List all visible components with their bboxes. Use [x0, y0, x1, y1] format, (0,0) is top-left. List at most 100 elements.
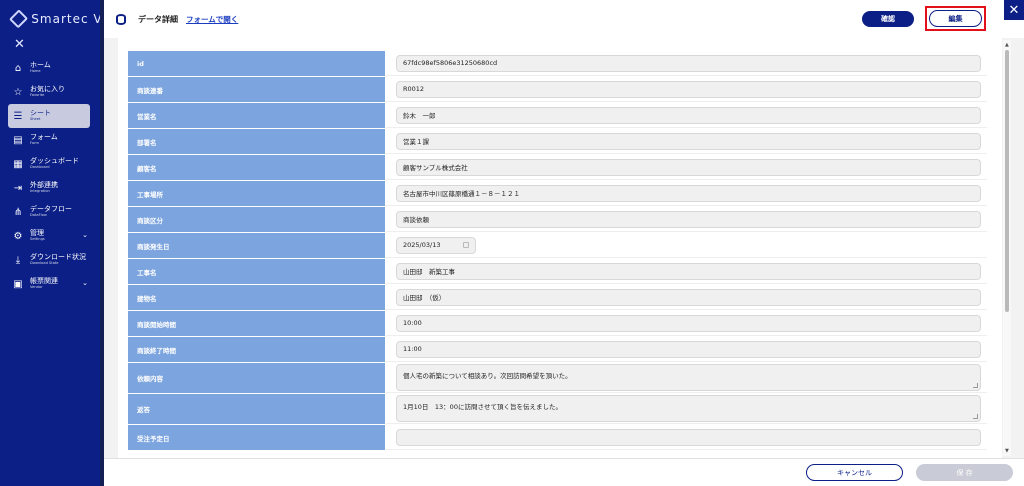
sidebar-item-label: 管理: [30, 229, 44, 238]
text-input[interactable]: 名古屋市中川区篠原橋通１－８－１２１: [396, 184, 981, 202]
sidebar-item-label: データフロー: [30, 205, 72, 214]
form-row: 顧客名 顧客サンプル株式会社: [128, 155, 987, 181]
brand-name: Smartec Visi: [31, 12, 100, 26]
database-icon: [116, 13, 126, 25]
chevron-down-icon[interactable]: ⌄: [82, 231, 88, 239]
date-value: 2025/03/13: [403, 241, 441, 249]
sidebar-item-label: ダウンロード状況: [30, 253, 86, 262]
brand[interactable]: Smartec Visi: [0, 0, 100, 38]
field-value-cell: 個人宅の新築について相談あり。次回訪問希望を頂いた。: [386, 363, 987, 393]
sidebar-item-label: フォーム: [30, 133, 58, 142]
text-input[interactable]: [396, 428, 981, 446]
sidebar-item-label: ホーム: [30, 61, 51, 70]
form-footer: キャンセル 保 存: [104, 458, 1024, 486]
form-row: 工事場所 名古屋市中川区篠原橋通１－８－１２１: [128, 181, 987, 207]
sidebar-item-text: データフロー DataFlow: [30, 206, 72, 218]
integration-icon: ⇥: [13, 182, 23, 194]
text-input[interactable]: 鈴木 一郎: [396, 106, 981, 124]
resize-handle-icon[interactable]: [973, 414, 978, 419]
text-input[interactable]: 山田邸 （仮）: [396, 288, 981, 306]
sidebar-item-text: ダッシュボード Dashboard: [30, 158, 79, 170]
field-value-cell: R0012: [386, 77, 987, 102]
page-header: データ詳細 フォームで開く 確認 編集: [104, 0, 1004, 38]
sidebar-item-text: 帳票関連 Vendor: [30, 278, 58, 290]
sidebar: Smartec Visi ✕ ⌂ ホームHome ☆ お気に入りFavorite ☰ シー…: [0, 0, 100, 486]
text-input[interactable]: 営業１課: [396, 132, 981, 150]
field-label: 商談発生日: [128, 233, 386, 258]
field-label: 工事名: [128, 259, 386, 284]
field-value-cell: 山田邸 （仮）: [386, 285, 987, 310]
textarea-field[interactable]: 1月10日 13：00に訪問させて頂く旨を伝えました。: [396, 395, 981, 422]
calendar-icon[interactable]: [463, 242, 469, 248]
field-label: 商談区分: [128, 207, 386, 232]
field-label: 顧客名: [128, 155, 386, 180]
textarea-value: 個人宅の新築について相談あり。次回訪問希望を頂いた。: [403, 372, 572, 380]
sidebar-item-dashboard[interactable]: ▦ ダッシュボード Dashboard: [8, 152, 90, 176]
field-label: 部署名: [128, 129, 386, 154]
field-label: 受注予定日: [128, 425, 386, 450]
field-value-cell: 2025/03/13: [386, 233, 987, 258]
edit-button[interactable]: 編集: [929, 10, 982, 27]
sidebar-item-text: ホーム Home: [30, 62, 51, 74]
form-row: 返答 1月10日 13：00に訪問させて頂く旨を伝えました。: [128, 394, 987, 425]
sidebar-item-sublabel: Integration: [30, 189, 50, 194]
gear-icon: ⚙: [13, 230, 23, 242]
sidebar-item-vendor[interactable]: ▣ 帳票関連 Vendor ⌄: [8, 272, 90, 296]
cancel-button[interactable]: キャンセル: [806, 464, 903, 481]
page-title: データ詳細: [138, 14, 178, 24]
field-label: 商談連番: [128, 77, 386, 102]
form-row: 依頼内容 個人宅の新築について相談あり。次回訪問希望を頂いた。: [128, 363, 987, 394]
form-row: id 67fdc98ef5806e31250680cd: [128, 51, 987, 77]
resize-handle-icon[interactable]: [973, 383, 978, 388]
text-input[interactable]: 顧客サンプル株式会社: [396, 158, 981, 176]
sidebar-item-label: シート: [30, 109, 51, 118]
field-value-cell: 山田邸 新築工事: [386, 259, 987, 284]
app-root: Smartec Visi ✕ ⌂ ホームHome ☆ お気に入りFavorite ☰ シー…: [0, 0, 1024, 486]
date-input[interactable]: 2025/03/13: [396, 236, 476, 254]
chevron-down-icon[interactable]: ⌄: [82, 279, 88, 287]
text-input[interactable]: 67fdc98ef5806e31250680cd: [396, 54, 981, 72]
sidebar-item-integration[interactable]: ⇥ 外部連携 Integration: [8, 176, 90, 200]
sidebar-menu: ⌂ ホーム Home ☆ お気に入り Favorite ☰ シート Sheet ▤ フォーム Form…: [0, 56, 100, 296]
sidebar-item-sheet[interactable]: ☰ シート Sheet: [8, 104, 90, 128]
sidebar-item-dataflow[interactable]: ⋔ データフロー DataFlow: [8, 200, 90, 224]
download-icon: ⤓: [15, 254, 21, 266]
field-label: 商談終了時間: [128, 337, 386, 362]
field-value-cell: 10:00: [386, 311, 987, 336]
dataflow-icon: ⋔: [13, 206, 23, 218]
sidebar-item-favorite[interactable]: ☆ お気に入り Favorite: [8, 80, 90, 104]
sidebar-item-label: ダッシュボード: [30, 157, 79, 166]
form-row: 商談発生日 2025/03/13: [128, 233, 987, 259]
text-input[interactable]: 10:00: [396, 314, 981, 332]
text-input[interactable]: 11:00: [396, 340, 981, 358]
textarea-field[interactable]: 個人宅の新築について相談あり。次回訪問希望を頂いた。: [396, 364, 981, 391]
confirm-button[interactable]: 確認: [862, 11, 914, 27]
sidebar-item-home[interactable]: ⌂ ホーム Home: [8, 56, 90, 80]
close-icon[interactable]: ✕: [1004, 0, 1024, 20]
textarea-value: 1月10日 13：00に訪問させて頂く旨を伝えました。: [403, 403, 562, 411]
form-row: 商談終了時間 11:00: [128, 337, 987, 363]
scroll-up-icon[interactable]: ▲: [1005, 42, 1009, 48]
field-value-cell: 鈴木 一郎: [386, 103, 987, 128]
sidebar-item-text: フォーム Form: [30, 134, 58, 146]
text-input[interactable]: 商談依頼: [396, 210, 981, 228]
text-input[interactable]: 山田邸 新築工事: [396, 262, 981, 280]
form-row: 商談開始時間 10:00: [128, 311, 987, 337]
sidebar-item-sublabel: Favorite: [30, 93, 45, 98]
record-form: id 67fdc98ef5806e31250680cd 商談連番 R0012 営業名 鈴木…: [128, 51, 987, 451]
field-value-cell: 商談依頼: [386, 207, 987, 232]
save-button[interactable]: 保 存: [916, 464, 1013, 481]
sidebar-item-label: お気に入り: [30, 85, 65, 94]
sidebar-close-icon[interactable]: ✕: [0, 38, 100, 52]
open-in-form-link[interactable]: フォームで開く: [186, 14, 238, 25]
field-value-cell: 67fdc98ef5806e31250680cd: [386, 51, 987, 76]
form-row: 商談連番 R0012: [128, 77, 987, 103]
sidebar-item-settings[interactable]: ⚙ 管理 Settings ⌄: [8, 224, 90, 248]
text-input[interactable]: R0012: [396, 80, 981, 98]
scrollbar-thumb[interactable]: [1005, 50, 1009, 312]
sidebar-item-text: シート Sheet: [30, 110, 51, 122]
field-value-cell: 名古屋市中川区篠原橋通１－８－１２１: [386, 181, 987, 206]
sidebar-item-form[interactable]: ▤ フォーム Form: [8, 128, 90, 152]
sidebar-item-download-state[interactable]: ⤓ ダウンロード状況 Download State: [8, 248, 90, 272]
scroll-down-icon[interactable]: ▼: [1005, 448, 1009, 454]
